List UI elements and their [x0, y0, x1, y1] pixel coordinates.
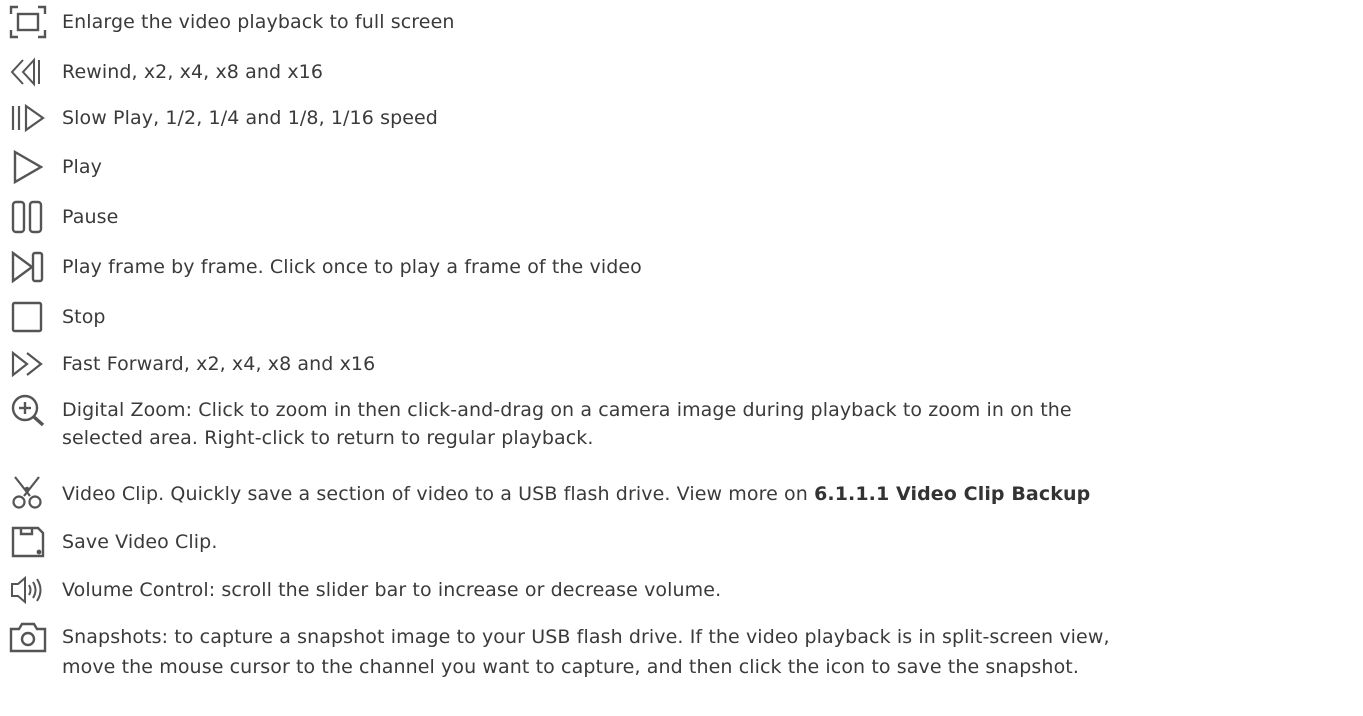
stop-icon [8, 299, 48, 335]
slow-play-icon [8, 100, 48, 136]
section-link[interactable]: 6.1.1.1 Video Clip Backup [814, 483, 1090, 505]
item-text: Stop [62, 306, 106, 328]
fullscreen-icon [8, 4, 48, 40]
save-icon [8, 524, 48, 560]
pause-icon [8, 199, 48, 235]
frame-by-frame-icon [8, 249, 48, 285]
zoom-in-icon [8, 392, 48, 428]
item-text: Snapshots: to capture a snapshot image t… [62, 626, 1110, 648]
item-text: Rewind, x2, x4, x8 and x16 [62, 61, 324, 83]
item-text: Fast Forward, x2, x4, x8 and x16 [62, 353, 376, 375]
item-text: Volume Control: scroll the slider bar to… [62, 579, 722, 601]
scissors-icon [8, 474, 48, 510]
item-text: Video Clip. Quickly save a section of vi… [62, 479, 1355, 509]
item-text: Slow Play, 1/2, 1/4 and 1/8, 1/16 speed [62, 107, 438, 129]
play-icon [8, 149, 48, 185]
item-text: Pause [62, 206, 119, 228]
fast-forward-icon [8, 346, 48, 382]
volume-icon [8, 572, 48, 608]
item-text: Play frame by frame. Click once to play … [62, 256, 642, 278]
item-text-continued: move the mouse cursor to the channel you… [62, 656, 1079, 678]
camera-icon [8, 619, 48, 655]
item-text-continued: selected area. Right-click to return to … [62, 427, 594, 449]
item-text-plain: Video Clip. Quickly save a section of vi… [62, 483, 815, 505]
item-text: Digital Zoom: Click to zoom in then clic… [62, 399, 1072, 421]
rewind-icon [8, 54, 48, 90]
item-text: Play [62, 156, 103, 178]
item-text: Enlarge the video playback to full scree… [62, 11, 455, 33]
item-text: Save Video Clip. [62, 531, 218, 553]
